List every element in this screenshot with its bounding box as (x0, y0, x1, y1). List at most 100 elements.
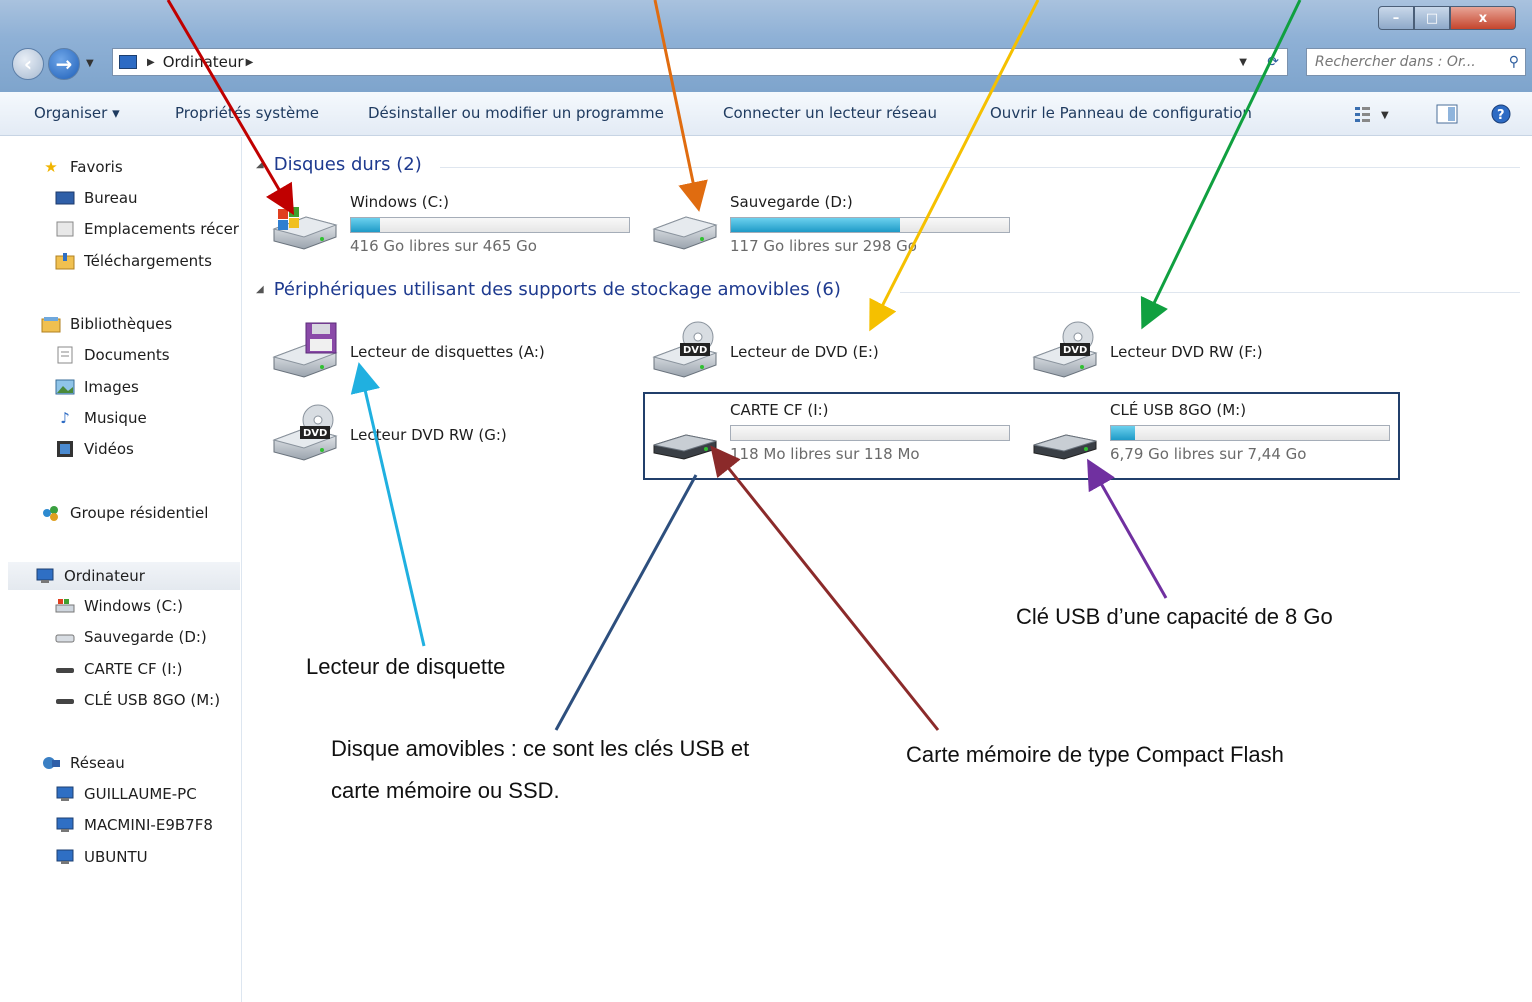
sidebar-label: Images (84, 378, 139, 396)
removable-drive-icon (54, 660, 76, 678)
drive-usage-fill (351, 218, 381, 232)
sidebar-item-documents[interactable]: Documents (54, 346, 170, 364)
sidebar-item-carte-cf[interactable]: CARTE CF (I:) (54, 660, 183, 678)
sidebar-item-homegroup[interactable]: Groupe résidentiel (40, 504, 208, 522)
sidebar-item-favorites[interactable]: ★ Favoris (40, 158, 123, 176)
sidebar-item-libraries[interactable]: Bibliothèques (40, 315, 172, 333)
sidebar-label: Vidéos (84, 440, 134, 458)
organize-button[interactable]: Organiser ▾ (34, 104, 120, 122)
command-bar: Organiser ▾ Propriétés système Désinstal… (0, 92, 1532, 136)
star-icon: ★ (44, 158, 58, 176)
collapse-triangle-icon[interactable]: ◢ (256, 159, 264, 170)
sidebar-label: CLÉ USB 8GO (M:) (84, 691, 221, 709)
collapse-triangle-icon[interactable]: ◢ (256, 284, 264, 295)
images-icon (54, 378, 76, 396)
breadcrumb-separator-icon[interactable]: ▶ (147, 57, 155, 68)
sidebar-label: Téléchargements (84, 252, 212, 270)
uninstall-program-button[interactable]: Désinstaller ou modifier un programme (368, 104, 664, 122)
address-dropdown-icon[interactable]: ▼ (1239, 57, 1247, 68)
sidebar-label: Favoris (70, 158, 123, 176)
dvd-badge: DVD (683, 345, 707, 356)
drive-dvd-e[interactable]: DVD Lecteur de DVD (E:) (650, 321, 1020, 381)
drive-name: Sauvegarde (D:) (730, 193, 853, 211)
drive-windows-c[interactable]: Windows (C:) 416 Go libres sur 465 Go (270, 193, 640, 263)
downloads-icon (54, 252, 76, 270)
sidebar-label: Réseau (70, 754, 125, 772)
sidebar-item-usb-m[interactable]: CLÉ USB 8GO (M:) (54, 691, 220, 709)
section-divider (440, 167, 1520, 168)
forward-button[interactable]: → (48, 48, 80, 80)
arrow-purple (1087, 458, 1168, 599)
drive-name: Lecteur de DVD (E:) (730, 343, 879, 361)
breadcrumb-chevron-icon[interactable]: ▶ (246, 57, 254, 68)
sidebar-label: CARTE CF (I:) (84, 660, 183, 678)
sidebar-label: Bibliothèques (70, 315, 173, 333)
window-titlebar: ‹ → ▼ ▶ Ordinateur ▶ ▼ ⟳ Rechercher dans… (0, 0, 1532, 92)
videos-icon (54, 440, 76, 458)
view-icon: ▼ (1355, 107, 1389, 122)
annotation-removable-line1: Disque amovibles : ce sont les clés USB … (331, 736, 750, 761)
search-placeholder: Rechercher dans : Or... (1315, 54, 1476, 70)
sidebar-label: Groupe résidentiel (70, 504, 209, 522)
arrow-brown (710, 445, 940, 731)
annotation-compact-flash: Carte mémoire de type Compact Flash (906, 742, 1284, 767)
sidebar-item-recent-places[interactable]: Emplacements récer (54, 220, 242, 238)
sidebar-item-sauvegarde-d[interactable]: Sauvegarde (D:) (54, 628, 207, 646)
minimize-button[interactable]: – (1378, 6, 1414, 30)
sidebar-item-network-pc[interactable]: GUILLAUME-PC (54, 785, 197, 803)
svg-text:▼: ▼ (1381, 110, 1389, 121)
breadcrumb-computer[interactable]: Ordinateur (163, 53, 244, 71)
maximize-button[interactable]: □ (1414, 6, 1450, 30)
preview-pane-button[interactable] (1432, 100, 1462, 128)
system-properties-button[interactable]: Propriétés système (175, 104, 319, 122)
address-bar[interactable]: ▶ Ordinateur ▶ ▼ ⟳ (112, 48, 1288, 76)
sidebar-item-computer[interactable]: Ordinateur (8, 562, 240, 590)
view-options-button[interactable]: ▼ (1348, 100, 1398, 128)
sidebar-label: MACMINI-E9B7F8 (84, 816, 213, 834)
help-icon: ? (1491, 104, 1511, 124)
search-input[interactable]: Rechercher dans : Or... ⚲ (1306, 48, 1526, 76)
map-network-drive-button[interactable]: Connecter un lecteur réseau (723, 104, 937, 122)
dvd-drive-icon: DVD (652, 321, 718, 378)
drive-name: Windows (C:) (350, 193, 449, 211)
sidebar-item-network[interactable]: Réseau (40, 754, 125, 772)
back-button[interactable]: ‹ (12, 48, 44, 80)
refresh-icon[interactable]: ⟳ (1267, 54, 1279, 70)
libraries-icon (40, 315, 62, 333)
drive-floppy-a[interactable]: Lecteur de disquettes (A:) (270, 321, 640, 381)
hard-drive-icon (54, 628, 76, 646)
sidebar-item-desktop[interactable]: Bureau (54, 189, 138, 207)
sidebar-item-videos[interactable]: Vidéos (54, 440, 134, 458)
drive-usage-fill (731, 218, 900, 232)
help-button[interactable]: ? (1486, 100, 1516, 128)
sidebar-item-windows-c[interactable]: Windows (C:) (54, 597, 183, 615)
computer-icon (54, 816, 76, 834)
sidebar-item-network-pc[interactable]: MACMINI-E9B7F8 (54, 816, 213, 834)
sidebar-label: Emplacements récer (84, 220, 239, 238)
open-control-panel-button[interactable]: Ouvrir le Panneau de configuration (990, 104, 1252, 122)
drive-dvd-rw-f[interactable]: DVD Lecteur DVD RW (F:) (1030, 321, 1400, 381)
sidebar-label: Ordinateur (64, 567, 145, 585)
sidebar-item-music[interactable]: ♪ Musique (54, 409, 147, 427)
sidebar-item-downloads[interactable]: Téléchargements (54, 252, 212, 270)
windows-drive-icon (54, 597, 76, 615)
network-icon (40, 754, 62, 772)
sidebar-label: Bureau (84, 189, 138, 207)
search-icon[interactable]: ⚲ (1509, 54, 1519, 70)
drive-usage-bar (350, 217, 630, 233)
hard-drive-icon (652, 216, 718, 250)
forward-arrow-icon: → (55, 52, 73, 76)
sidebar-item-images[interactable]: Images (54, 378, 139, 396)
drive-dvd-rw-g[interactable]: DVD Lecteur DVD RW (G:) (270, 404, 640, 464)
section-removable[interactable]: ◢ Périphériques utilisant des supports d… (256, 279, 841, 300)
floppy-drive-icon (272, 322, 338, 378)
sidebar-item-network-pc[interactable]: UBUNTU (54, 848, 148, 866)
recent-places-icon (54, 220, 76, 238)
sidebar-label: Windows (C:) (84, 597, 183, 615)
history-dropdown-icon[interactable]: ▼ (86, 58, 94, 69)
preview-pane-icon (1436, 104, 1458, 124)
drive-sauvegarde-d[interactable]: Sauvegarde (D:) 117 Go libres sur 298 Go (650, 193, 1020, 263)
section-hard-drives[interactable]: ◢ Disques durs (2) (256, 154, 422, 175)
back-arrow-icon: ‹ (23, 52, 33, 76)
close-button[interactable]: x (1450, 6, 1516, 30)
